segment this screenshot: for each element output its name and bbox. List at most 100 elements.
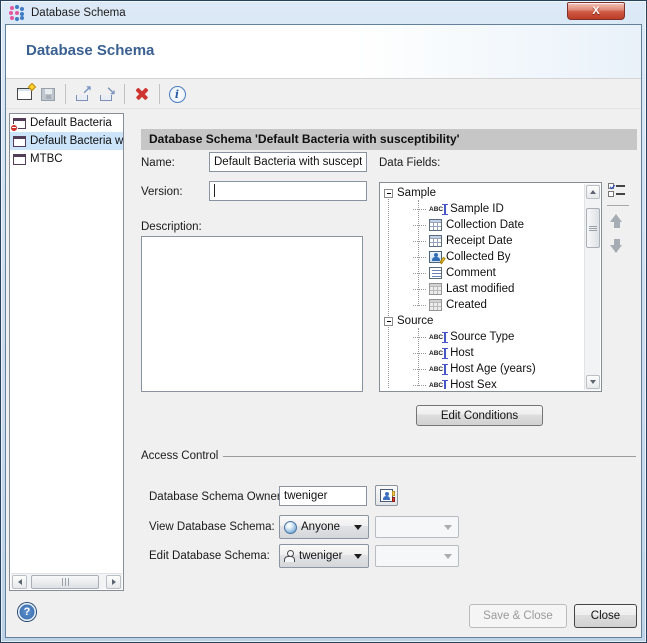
tree-field-row[interactable]: ABC Source Type [382,329,583,345]
edit-schema-label: Edit Database Schema: [149,550,270,562]
window-title: Database Schema [31,7,126,19]
schema-list-hscrollbar[interactable] [11,573,122,589]
tree-field-row[interactable]: ABCHost Sex [382,377,583,389]
export-button[interactable]: ↗ [71,82,95,106]
text-caret [214,184,215,197]
address-book-button[interactable] [375,485,398,506]
tree-node-label: Collected By [446,251,511,263]
user-icon [284,550,295,562]
tree-field-row[interactable]: ABCSample ID [382,201,583,217]
tree-expander-icon[interactable] [384,317,393,326]
tree-field-row[interactable]: ABCHost Age (years) [382,361,583,377]
select-fields-button[interactable] [608,183,627,197]
schema-window-icon [13,136,26,147]
list-item[interactable]: MTBC [10,150,123,168]
list-item[interactable]: Default Bacteria with susceptibility [10,132,123,150]
tree-node-label: Collection Date [446,219,524,231]
tree-node-label: Comment [446,267,496,279]
owner-input[interactable] [279,486,367,506]
view-schema-secondary-dropdown[interactable] [375,516,459,538]
tree-vscrollbar[interactable] [584,184,600,390]
list-item-label: Default Bacteria [30,117,112,129]
close-button[interactable]: Close [574,604,637,628]
tree-node-label: Created [446,299,487,311]
tree-node-label: Receipt Date [446,235,512,247]
toolbar-separator [65,84,66,104]
new-schema-icon [17,88,32,100]
edit-schema-value: tweniger [299,550,342,562]
header-band: Database Schema [6,25,641,79]
close-window-button[interactable]: X [567,2,625,20]
field-type-comment-icon [429,267,442,279]
scroll-right-button[interactable] [106,575,121,589]
schema-window-icon [13,118,26,129]
description-label: Description: [141,221,202,233]
tree-expander-icon[interactable] [384,189,393,198]
tree-node-label: Source Type [450,331,514,343]
close-icon: X [592,6,599,17]
data-fields-tree-panel: Sample ABCSample ID Collection Date Receipt… [379,182,602,392]
info-button[interactable]: i [165,82,189,106]
scroll-up-button[interactable] [586,185,600,199]
field-type-abc-icon: ABC [429,380,446,390]
tree-field-row[interactable]: ABCHost [382,345,583,361]
tree-field-row[interactable]: Collection Date [382,217,583,233]
move-up-button[interactable] [610,214,623,229]
hscroll-thumb[interactable] [31,575,99,589]
export-icon: ↗ [74,86,92,102]
checked-box-icon [608,183,614,189]
titlebar[interactable]: Database Schema X [1,1,646,24]
data-fields-label: Data Fields: [379,157,440,169]
list-item[interactable]: Default Bacteria [10,114,123,132]
edit-schema-secondary-dropdown[interactable] [375,545,459,567]
up-arrow-icon [590,190,596,194]
tree-field-row[interactable]: Receipt Date [382,233,583,249]
left-arrow-icon [18,579,22,585]
tree-node-label: Sample [397,187,436,199]
section-header: Database Schema 'Default Bacteria with s… [141,129,637,150]
tree-field-row[interactable]: Comment [382,265,583,281]
list-item-label: Default Bacteria with susceptibility [30,135,123,147]
name-input[interactable] [209,152,367,172]
description-textarea[interactable] [141,236,363,392]
field-type-date-icon [429,219,442,231]
field-type-abc-icon: ABC [429,364,446,375]
tree-group-row[interactable]: Source [382,313,583,329]
default-badge-icon [10,124,18,132]
field-type-abc-icon: ABC [429,332,446,343]
tree-field-row[interactable]: Collected By [382,249,583,265]
version-label: Version: [141,186,183,198]
vscroll-thumb[interactable] [586,208,600,248]
chevron-down-icon [354,554,362,559]
save-icon [41,88,55,101]
scroll-down-button[interactable] [586,375,600,389]
page-title: Database Schema [26,42,154,59]
edit-schema-dropdown[interactable]: tweniger [279,544,369,568]
tree-group-row[interactable]: Sample [382,185,583,201]
database-schema-window: Database Schema X Database Schema ↗ ↘ i [0,0,647,643]
edit-conditions-button[interactable]: Edit Conditions [416,405,543,426]
chevron-down-icon [354,525,362,530]
data-fields-tree: Sample ABCSample ID Collection Date Receipt… [382,185,583,389]
access-control-title: Access Control [141,450,218,462]
import-icon: ↘ [98,86,116,102]
delete-button[interactable] [130,82,154,106]
name-label: Name: [141,157,175,169]
scroll-left-button[interactable] [12,575,27,589]
toolbar: ↗ ↘ i [6,80,641,109]
save-close-button[interactable]: Save & Close [469,604,567,628]
version-input[interactable] [209,181,367,201]
delete-icon [135,87,149,101]
tree-field-row[interactable]: Last modified [382,281,583,297]
view-schema-dropdown[interactable]: Anyone [279,515,369,539]
move-down-button[interactable] [610,238,623,253]
view-schema-label: View Database Schema: [149,521,275,533]
list-item-label: MTBC [30,153,63,165]
save-button[interactable] [36,82,60,106]
tree-field-row[interactable]: Created [382,297,583,313]
help-icon: ? [24,606,31,618]
import-button[interactable]: ↘ [95,82,119,106]
new-schema-button[interactable] [12,82,36,106]
help-button[interactable]: ? [18,603,36,621]
tree-node-label: Host [450,347,474,359]
